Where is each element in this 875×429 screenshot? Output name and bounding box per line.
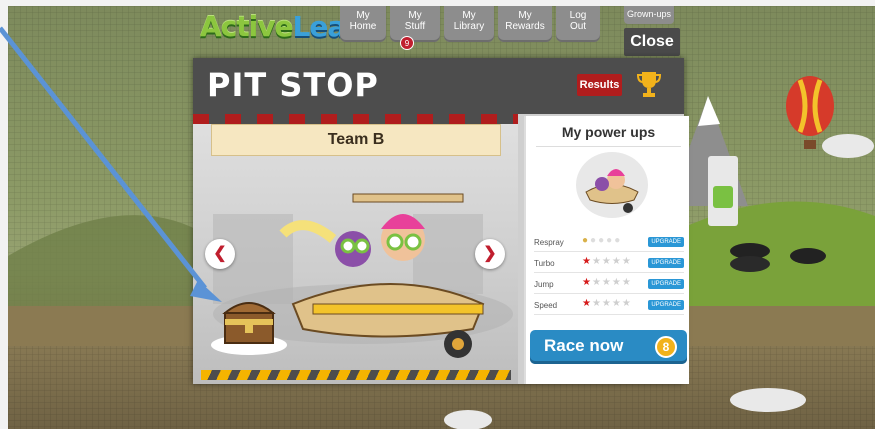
power-up-label: Speed	[534, 301, 558, 310]
nav-label-line2: Stuff	[404, 21, 426, 32]
results-button[interactable]: Results	[577, 74, 622, 96]
power-up-respray: Respray ●●●●● UPGRADE	[534, 232, 684, 252]
mini-plane-icon	[585, 169, 639, 213]
vehicle-showcase: Team B ❮ ❯	[193, 114, 518, 384]
nav-label-line2: Library	[453, 21, 485, 32]
nav-my-rewards[interactable]: My Rewards	[498, 6, 552, 42]
stuff-notification-badge: 9	[400, 36, 414, 50]
upgrade-button[interactable]: UPGRADE	[648, 300, 684, 310]
nav-label-line2: Out	[569, 21, 587, 32]
upgrade-button[interactable]: UPGRADE	[648, 237, 684, 247]
chevron-left-icon: ❮	[213, 245, 227, 262]
chevron-right-icon: ❯	[483, 245, 497, 262]
nav-label-line1: My	[356, 10, 370, 21]
modal-title: PIT STOP	[207, 66, 379, 104]
upgrade-button[interactable]: UPGRADE	[648, 279, 684, 289]
pit-stripe	[193, 114, 518, 124]
divider	[536, 146, 681, 147]
grown-ups-button[interactable]: Grown-ups	[624, 6, 674, 24]
nav-my-stuff[interactable]: My Stuff	[390, 6, 440, 42]
charging-station	[708, 156, 738, 226]
level-stars: ★★★★★	[582, 298, 632, 309]
nav-label-line1: My	[518, 10, 532, 21]
power-ups-panel: My power ups Respray ●●●●● UPGRADE Turbo…	[524, 116, 689, 384]
upgrade-button[interactable]: UPGRADE	[648, 258, 684, 268]
vehicle-thumbnail	[576, 152, 648, 218]
previous-vehicle-button[interactable]: ❮	[205, 239, 235, 269]
trophy-icon[interactable]	[637, 70, 661, 100]
hot-air-balloon	[786, 76, 834, 149]
nav-label-line1: Log	[569, 10, 587, 21]
close-button[interactable]: Close	[624, 28, 680, 56]
race-count-badge: 8	[655, 336, 677, 358]
power-up-speed: Speed ★★★★★ UPGRADE	[534, 295, 684, 315]
pit-stop-modal: PIT STOP Results Team B ❮ ❯ My power ups…	[193, 58, 689, 384]
hazard-stripe	[201, 370, 511, 380]
level-stars: ★★★★★	[582, 277, 632, 288]
nav-label-line2: Home	[349, 21, 377, 32]
nav-label-line1: My	[462, 10, 476, 21]
game-background: ActiveLearn My Home My Stuff My Library …	[8, 6, 875, 429]
nav-label-line1: My	[408, 10, 422, 21]
power-up-label: Respray	[534, 238, 564, 247]
modal-header: PIT STOP Results	[193, 58, 684, 114]
next-vehicle-button[interactable]: ❯	[475, 239, 505, 269]
power-up-label: Turbo	[534, 259, 555, 268]
paint-swatches: ●●●●●	[582, 235, 623, 246]
power-ups-title: My power ups	[561, 124, 656, 140]
treasure-chest-icon[interactable]	[207, 289, 287, 355]
level-stars: ★★★★★	[582, 256, 632, 267]
power-up-label: Jump	[534, 280, 554, 289]
team-name-banner: Team B	[211, 124, 501, 156]
nav-log-out[interactable]: Log Out	[556, 6, 600, 42]
race-now-button[interactable]: Race now 8	[530, 330, 687, 364]
nav-my-library[interactable]: My Library	[444, 6, 494, 42]
nav-label-line2: Rewards	[505, 21, 545, 32]
power-up-turbo: Turbo ★★★★★ UPGRADE	[534, 253, 684, 273]
power-up-jump: Jump ★★★★★ UPGRADE	[534, 274, 684, 294]
race-now-label: Race now	[544, 336, 624, 355]
logo-text-active: Active	[200, 10, 293, 43]
nav-my-home[interactable]: My Home	[340, 6, 386, 42]
